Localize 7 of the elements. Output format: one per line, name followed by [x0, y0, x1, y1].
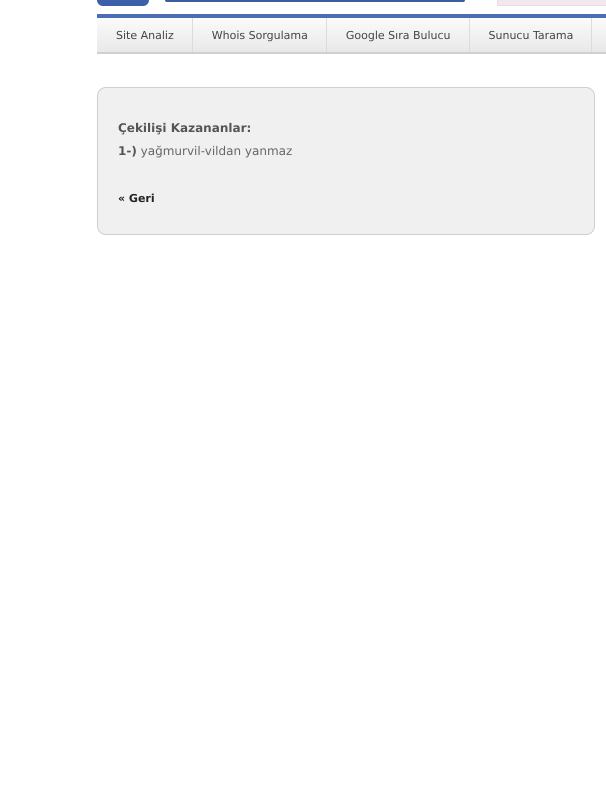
nav-tab[interactable]: Google Sıra Bulucu [326, 18, 470, 52]
nav-tab[interactable]: Sunucu Tarama [470, 18, 592, 52]
nav-tab[interactable]: Whois Sorgulama [192, 18, 327, 52]
panel-heading: Çekilişi Kazananlar: [118, 121, 252, 135]
winner-entry: 1-) yağmurvil-vildan yanmaz [118, 144, 294, 158]
back-link[interactable]: « Geri [118, 192, 155, 205]
nav-tab[interactable]: Site Analiz [97, 18, 193, 52]
